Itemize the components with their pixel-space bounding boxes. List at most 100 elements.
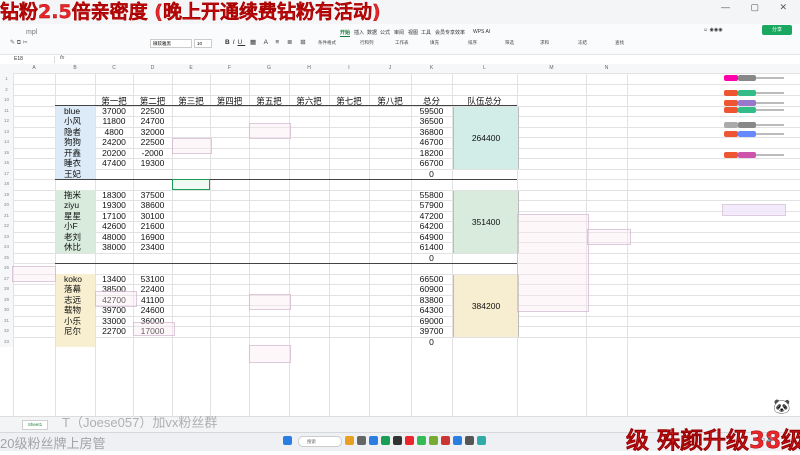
- player-total[interactable]: 61400: [411, 242, 452, 253]
- game1-score[interactable]: 17100: [95, 211, 133, 222]
- menu-7[interactable]: 会员专享: [435, 29, 455, 36]
- taskbar-app-icon[interactable]: [381, 436, 390, 445]
- game1-score[interactable]: 47400: [95, 158, 133, 169]
- row-header-23[interactable]: 23: [0, 232, 13, 243]
- col-header-N[interactable]: N: [586, 64, 627, 73]
- toolbar-format-painter-icon[interactable]: ✎ ⧉ ✂: [10, 39, 28, 47]
- team-total-cell[interactable]: 384200: [453, 274, 519, 337]
- game1-score[interactable]: 24200: [95, 137, 133, 148]
- player-total[interactable]: 47200: [411, 211, 452, 222]
- row-header-19[interactable]: 19: [0, 190, 13, 201]
- player-total[interactable]: 46700: [411, 137, 452, 148]
- game2-score[interactable]: 53100: [133, 274, 172, 285]
- player-name[interactable]: 落幕: [56, 284, 95, 295]
- game1-score[interactable]: [95, 337, 133, 348]
- col-header-L[interactable]: L: [452, 64, 517, 73]
- game2-score[interactable]: 22500: [133, 137, 172, 148]
- game2-score[interactable]: 37500: [133, 190, 172, 201]
- game2-score[interactable]: 24600: [133, 305, 172, 316]
- player-total[interactable]: 69000: [411, 316, 452, 327]
- row-header-17[interactable]: 17: [0, 169, 13, 180]
- menu-0[interactable]: 开始: [340, 29, 351, 37]
- player-total[interactable]: 60900: [411, 284, 452, 295]
- menu-2[interactable]: 数据: [367, 29, 377, 36]
- game2-score[interactable]: 22400: [133, 284, 172, 295]
- player-name[interactable]: 小风: [56, 116, 95, 127]
- player-name[interactable]: 志远: [56, 294, 95, 305]
- user-area[interactable]: ☺ ◉◉◉: [703, 27, 723, 33]
- game1-score[interactable]: 42600: [95, 221, 133, 232]
- font-name-select[interactable]: 微软雅黑: [150, 39, 192, 48]
- row-header-33[interactable]: 33: [0, 337, 13, 348]
- game1-score[interactable]: 20200: [95, 148, 133, 159]
- taskbar-search[interactable]: 搜索: [298, 436, 342, 447]
- player-name[interactable]: 星星: [56, 210, 95, 221]
- game1-score[interactable]: 13400: [95, 274, 133, 285]
- col-header-F[interactable]: F: [210, 64, 249, 73]
- sheet-tab[interactable]: Sheet1: [22, 420, 48, 430]
- player-name[interactable]: 休比: [56, 242, 95, 253]
- game1-score[interactable]: 22700: [95, 326, 133, 337]
- file-tab[interactable]: mpl: [26, 29, 37, 36]
- player-name[interactable]: 尼尔: [56, 326, 95, 337]
- game2-score[interactable]: 21600: [133, 221, 172, 232]
- menu-8[interactable]: 效率: [455, 29, 465, 36]
- col-header-C[interactable]: C: [95, 64, 133, 73]
- col-header-J[interactable]: J: [369, 64, 411, 73]
- row-header-2[interactable]: 2: [0, 84, 13, 95]
- taskbar-app-icon[interactable]: [453, 436, 462, 445]
- col-header-B[interactable]: B: [55, 64, 95, 73]
- game1-score[interactable]: 4800: [95, 127, 133, 138]
- player-total[interactable]: 0: [411, 337, 452, 348]
- row-header-21[interactable]: 21: [0, 211, 13, 222]
- game2-score[interactable]: 22500: [133, 106, 172, 117]
- window-controls[interactable]: — ▢ ✕: [721, 2, 796, 13]
- player-name[interactable]: 载物: [56, 305, 95, 316]
- tool-8[interactable]: 查找: [615, 40, 624, 46]
- game1-score[interactable]: 48000: [95, 232, 133, 243]
- player-name[interactable]: ziyu: [56, 200, 95, 211]
- chat-input-box[interactable]: [722, 204, 786, 216]
- game2-score[interactable]: [133, 169, 172, 180]
- tool-5[interactable]: 筛选: [505, 40, 514, 46]
- player-total[interactable]: 36500: [411, 116, 452, 127]
- tool-0[interactable]: 条件格式: [318, 40, 336, 46]
- taskbar-app-icon[interactable]: [393, 436, 402, 445]
- col-header-K[interactable]: K: [411, 64, 452, 73]
- game2-score[interactable]: 32000: [133, 127, 172, 138]
- player-total[interactable]: 66700: [411, 158, 452, 169]
- game2-score[interactable]: 19300: [133, 158, 172, 169]
- player-total[interactable]: 18200: [411, 148, 452, 159]
- game1-score[interactable]: 38000: [95, 242, 133, 253]
- row-header-30[interactable]: 30: [0, 305, 13, 316]
- game1-score[interactable]: 18300: [95, 190, 133, 201]
- player-total[interactable]: 83800: [411, 295, 452, 306]
- font-size-select[interactable]: 10: [194, 39, 212, 48]
- menu-1[interactable]: 插入: [354, 29, 364, 36]
- player-name[interactable]: 隐者: [56, 126, 95, 137]
- taskbar-app-icon[interactable]: [429, 436, 438, 445]
- taskbar-app-icon[interactable]: [405, 436, 414, 445]
- row-header-1[interactable]: 1: [0, 73, 13, 84]
- game2-score[interactable]: 24700: [133, 116, 172, 127]
- game2-score[interactable]: 41100: [133, 295, 172, 306]
- menu-6[interactable]: 工具: [421, 29, 431, 36]
- col-header-A[interactable]: A: [13, 64, 55, 73]
- taskbar-app-icon[interactable]: [441, 436, 450, 445]
- taskbar-app-icon[interactable]: [477, 436, 486, 445]
- row-header-12[interactable]: 12: [0, 116, 13, 127]
- row-header-20[interactable]: 20: [0, 200, 13, 211]
- tool-3[interactable]: 填充: [430, 40, 439, 46]
- player-name[interactable]: 开鑫: [56, 147, 95, 158]
- tool-2[interactable]: 工作表: [395, 40, 409, 46]
- row-header-31[interactable]: 31: [0, 316, 13, 327]
- row-header-24[interactable]: 24: [0, 242, 13, 253]
- team-total-cell[interactable]: 264400: [453, 106, 519, 169]
- share-button[interactable]: 分享: [762, 25, 792, 35]
- game2-score[interactable]: 23400: [133, 242, 172, 253]
- player-total[interactable]: 39700: [411, 326, 452, 337]
- game2-score[interactable]: 16900: [133, 232, 172, 243]
- row-header-22[interactable]: 22: [0, 221, 13, 232]
- row-header-14[interactable]: 14: [0, 137, 13, 148]
- taskbar-app-icon[interactable]: [465, 436, 474, 445]
